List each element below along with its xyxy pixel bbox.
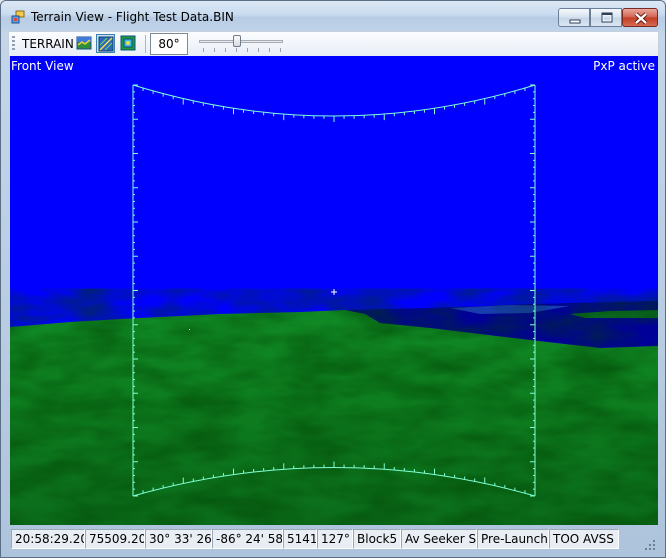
status-seeker: Av Seeker St: [401, 529, 477, 549]
fov-value-field[interactable]: 80°: [150, 33, 188, 55]
title-bar[interactable]: Terrain View - Flight Test Data.BIN: [1, 1, 665, 31]
status-bar: 20:58:29.200 75509.200 30° 33' 26" -86° …: [8, 527, 659, 550]
app-icon[interactable]: [11, 10, 25, 24]
toolbar: TERRAIN 80°: [8, 31, 659, 56]
window-title: Terrain View - Flight Test Data.BIN: [31, 10, 234, 24]
terrain-label: TERRAIN: [22, 37, 74, 51]
texture-terrain-button[interactable]: [119, 34, 138, 53]
minimize-icon: [569, 19, 581, 24]
terrain-map-button[interactable]: [75, 34, 94, 53]
status-heading: 127°: [317, 529, 353, 549]
status-longitude: -86° 24' 58": [212, 529, 283, 549]
close-icon: [634, 12, 648, 25]
maximize-button[interactable]: [590, 8, 622, 27]
status-latitude: 30° 33' 26": [145, 529, 212, 549]
terrain-view-window: Terrain View - Flight Test Data.BIN TERR…: [0, 0, 666, 558]
fov-slider-thumb[interactable]: [233, 35, 242, 47]
view-label: Front View: [11, 59, 74, 73]
status-time: 20:58:29.200: [11, 529, 85, 549]
terrain-3d-viewport[interactable]: Front View PxP active: [10, 56, 658, 525]
wireframe-terrain-icon: [98, 36, 114, 52]
status-phase: Pre-Launch: [477, 529, 549, 549]
fov-slider[interactable]: [195, 34, 287, 54]
status-altitude: 5141: [283, 529, 317, 549]
fov-slider-ticks: [203, 48, 281, 52]
close-button[interactable]: [622, 8, 658, 27]
status-mode: TOO AVSS: [549, 529, 619, 549]
status-block: Block5: [353, 529, 401, 549]
resize-grip-icon[interactable]: [643, 538, 657, 552]
texture-terrain-icon: [120, 35, 136, 51]
target-dot: [189, 329, 190, 330]
minimize-button[interactable]: [558, 8, 590, 27]
status-counter: 75509.200: [85, 529, 145, 549]
terrain-map-icon: [76, 36, 92, 50]
maximize-icon: [601, 12, 613, 23]
wireframe-terrain-button[interactable]: [96, 34, 115, 53]
terrain-scene: [10, 56, 658, 525]
pxp-status-label: PxP active: [593, 59, 655, 73]
toolbar-grip[interactable]: [12, 36, 15, 52]
toolbar-separator: [145, 35, 146, 53]
